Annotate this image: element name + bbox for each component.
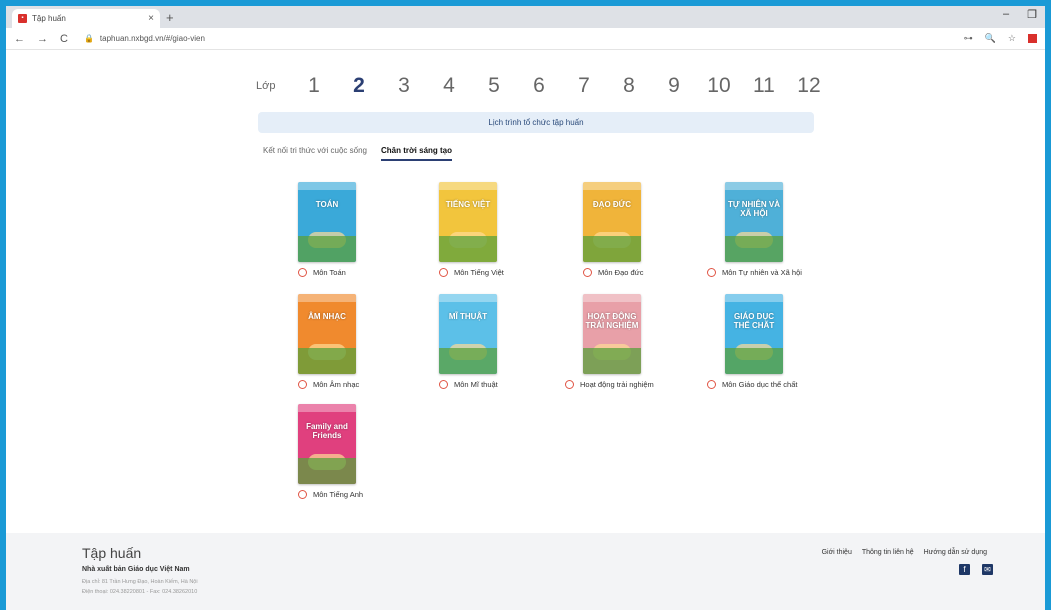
back-button[interactable]: ← xyxy=(14,33,25,45)
footer: Tập huấn Nhà xuất bản Giáo dục Việt Nam … xyxy=(6,533,1045,610)
book-item[interactable]: ÂM NHẠC Môn Âm nhạc xyxy=(298,294,448,389)
book-item[interactable]: TIẾNG VIỆT Môn Tiếng Việt xyxy=(439,182,589,277)
footer-link[interactable]: Hướng dẫn sử dụng xyxy=(924,549,987,556)
grade-5[interactable]: 5 xyxy=(471,74,516,98)
footer-publisher: Nhà xuất bản Giáo dục Việt Nam xyxy=(82,566,190,573)
book-label[interactable]: Môn Tiếng Anh xyxy=(313,490,363,499)
book-cover-title: GIÁO DỤC THỂ CHẤT xyxy=(733,312,775,330)
minimize-button[interactable]: – xyxy=(1003,8,1009,21)
book-radio[interactable] xyxy=(565,380,574,389)
url-field[interactable]: 🔒 taphuan.nxbgd.vn/#/giao-vien xyxy=(84,34,205,43)
footer-title: Tập huấn xyxy=(82,545,142,561)
grade-1[interactable]: 1 xyxy=(291,74,336,98)
book-cover-image[interactable]: TỰ NHIÊN VÀ XÃ HỘI xyxy=(725,182,783,262)
url-text: taphuan.nxbgd.vn/#/giao-vien xyxy=(99,34,205,43)
series-tab[interactable]: Chân trời sáng tạo xyxy=(380,146,453,161)
window-controls: – ❐ xyxy=(1003,8,1037,21)
tab-close-icon[interactable]: × xyxy=(148,13,154,24)
book-cover-image[interactable]: ÂM NHẠC xyxy=(298,294,356,374)
book-radio[interactable] xyxy=(298,380,307,389)
book-radio[interactable] xyxy=(439,268,448,277)
extension-icon[interactable] xyxy=(1028,34,1037,43)
grade-10[interactable]: 10 xyxy=(696,74,741,98)
book-radio[interactable] xyxy=(298,490,307,499)
tab-title: Tập huấn xyxy=(32,14,66,23)
book-cover-image[interactable]: ĐẠO ĐỨC xyxy=(583,182,641,262)
book-radio[interactable] xyxy=(298,268,307,277)
book-cover-image[interactable]: HOẠT ĐỘNG TRẢI NGHIỆM xyxy=(583,294,641,374)
footer-phone: Điện thoại: 024.38220801 - Fax: 024.3826… xyxy=(82,589,198,595)
book-label[interactable]: Môn Âm nhạc xyxy=(313,380,359,389)
book-cover-image[interactable]: Family and Friends xyxy=(298,404,356,484)
address-bar: ← → C 🔒 taphuan.nxbgd.vn/#/giao-vien ⊶ 🔍… xyxy=(6,28,1045,50)
grade-7[interactable]: 7 xyxy=(561,74,606,98)
grade-4[interactable]: 4 xyxy=(426,74,471,98)
series-tabs: Kết nối tri thức với cuộc sống Chân trời … xyxy=(263,146,453,161)
book-label[interactable]: Môn Toán xyxy=(313,268,346,277)
grade-8[interactable]: 8 xyxy=(606,74,651,98)
book-cover-title: TIẾNG VIỆT xyxy=(445,200,491,209)
book-radio[interactable] xyxy=(583,268,592,277)
tab-strip: ▪ Tập huấn × + – ❐ xyxy=(6,6,1045,28)
book-label[interactable]: Môn Tự nhiên và Xã hội xyxy=(722,268,802,277)
book-cover-title: HOẠT ĐỘNG TRẢI NGHIỆM xyxy=(585,312,639,330)
book-item[interactable]: Family and Friends Môn Tiếng Anh xyxy=(298,404,448,499)
footer-link[interactable]: Thông tin liên hệ xyxy=(862,549,914,556)
site-favicon-icon: ▪ xyxy=(18,14,27,23)
grade-label: Lớp xyxy=(256,80,276,92)
footer-address: Địa chỉ: 81 Trần Hưng Đạo, Hoàn Kiếm, Hà… xyxy=(82,579,198,585)
book-item[interactable]: TOÁN Môn Toán xyxy=(298,182,448,277)
facebook-icon[interactable]: f xyxy=(959,564,970,575)
bookmark-star-icon[interactable]: ☆ xyxy=(1008,33,1016,44)
grade-12[interactable]: 12 xyxy=(786,74,831,98)
browser-tab[interactable]: ▪ Tập huấn × xyxy=(12,9,160,28)
grade-11[interactable]: 11 xyxy=(741,74,786,98)
book-label[interactable]: Hoạt động trải nghiệm xyxy=(580,380,654,389)
series-tab[interactable]: Kết nối tri thức với cuộc sống xyxy=(263,146,367,161)
book-cover-title: ĐẠO ĐỨC xyxy=(592,200,632,209)
footer-social: f ✉ xyxy=(959,564,993,575)
restore-button[interactable]: ❐ xyxy=(1027,8,1037,21)
footer-links: Giới thiệu Thông tin liên hệ Hướng dẫn sử … xyxy=(822,549,987,556)
reload-button[interactable]: C xyxy=(60,33,68,45)
book-item[interactable]: ĐẠO ĐỨC Môn Đạo đức xyxy=(583,182,733,277)
new-tab-button[interactable]: + xyxy=(166,10,174,25)
grade-list: 1 2 3 4 5 6 7 8 9 10 11 12 xyxy=(291,72,831,100)
grade-selector: Lớp 1 2 3 4 5 6 7 8 9 10 11 12 xyxy=(256,72,831,100)
book-radio[interactable] xyxy=(439,380,448,389)
book-cover-title: TOÁN xyxy=(315,200,339,209)
lock-icon: 🔒 xyxy=(83,34,94,43)
book-cover-title: MĨ THUẬT xyxy=(448,312,488,321)
book-label[interactable]: Môn Tiếng Việt xyxy=(454,268,504,277)
book-label[interactable]: Môn Mĩ thuật xyxy=(454,380,498,389)
book-radio[interactable] xyxy=(707,268,716,277)
book-cover-title: ÂM NHẠC xyxy=(308,312,346,321)
grade-3[interactable]: 3 xyxy=(381,74,426,98)
book-item[interactable]: GIÁO DỤC THỂ CHẤT Môn Giáo dục thể chất xyxy=(707,294,875,389)
book-label[interactable]: Môn Giáo dục thể chất xyxy=(722,380,797,389)
schedule-banner[interactable]: Lịch trình tổ chức tập huấn xyxy=(258,112,814,133)
book-cover-image[interactable]: GIÁO DỤC THỂ CHẤT xyxy=(725,294,783,374)
book-cover-image[interactable]: MĨ THUẬT xyxy=(439,294,497,374)
book-item[interactable]: TỰ NHIÊN VÀ XÃ HỘI Môn Tự nhiên và Xã hội xyxy=(707,182,875,277)
book-cover-title: TỰ NHIÊN VÀ XÃ HỘI xyxy=(728,200,780,218)
email-icon[interactable]: ✉ xyxy=(982,564,993,575)
grade-9[interactable]: 9 xyxy=(651,74,696,98)
footer-link[interactable]: Giới thiệu xyxy=(822,549,852,556)
book-radio[interactable] xyxy=(707,380,716,389)
book-cover-image[interactable]: TIẾNG VIỆT xyxy=(439,182,497,262)
grade-6[interactable]: 6 xyxy=(516,74,561,98)
book-item[interactable]: MĨ THUẬT Môn Mĩ thuật xyxy=(439,294,589,389)
book-cover-image[interactable]: TOÁN xyxy=(298,182,356,262)
toolbar-right: ⊶ 🔍 ☆ xyxy=(964,33,1037,44)
book-cover-title: Family and Friends xyxy=(306,422,348,440)
key-icon[interactable]: ⊶ xyxy=(964,33,973,44)
book-label[interactable]: Môn Đạo đức xyxy=(598,268,643,277)
grade-2[interactable]: 2 xyxy=(336,72,381,100)
browser-window: ▪ Tập huấn × + – ❐ ← → C 🔒 taphuan.nxbgd… xyxy=(6,6,1045,610)
zoom-icon[interactable]: 🔍 xyxy=(985,33,996,44)
forward-button[interactable]: → xyxy=(37,33,48,45)
book-item[interactable]: HOẠT ĐỘNG TRẢI NGHIỆM Hoạt động trải nghi… xyxy=(565,294,733,389)
